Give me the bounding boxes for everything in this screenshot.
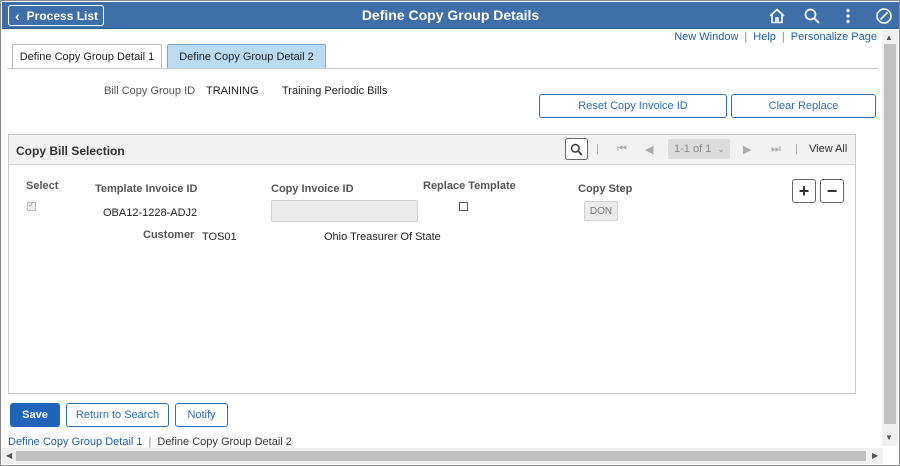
delete-row-button[interactable]: − bbox=[820, 179, 844, 203]
process-list-back-button[interactable]: ‹ Process List bbox=[8, 5, 104, 26]
page-frame: ‹ Process List Define Copy Group Details… bbox=[0, 0, 900, 466]
page-links: New Window | Help | Personalize Page bbox=[674, 31, 877, 43]
scroll-down-icon[interactable]: ▼ bbox=[885, 433, 893, 442]
column-header-copy-invoice-id: Copy Invoice ID bbox=[271, 183, 354, 195]
scroll-right-icon[interactable]: ▶ bbox=[872, 451, 878, 460]
scroll-up-icon[interactable]: ▲ bbox=[885, 33, 893, 42]
footer-link-detail-2: Define Copy Group Detail 2 bbox=[157, 436, 292, 448]
view-all-link[interactable]: View All bbox=[809, 143, 847, 155]
column-header-template-invoice-id: Template Invoice ID bbox=[95, 183, 198, 195]
nav-circle-icon[interactable] bbox=[875, 7, 893, 25]
first-page-icon[interactable]: ⏮ bbox=[617, 143, 627, 156]
last-page-icon[interactable]: ⏭ bbox=[771, 143, 781, 156]
bill-copy-group-description: Training Periodic Bills bbox=[282, 85, 388, 97]
template-invoice-id-value: OBA12-1228-ADJ2 bbox=[103, 207, 198, 219]
tab-detail-1[interactable]: Define Copy Group Detail 1 bbox=[12, 44, 162, 69]
copy-bill-selection-grid: Copy Bill Selection | ⏮ ◀ 1-1 of 1 ⌄ ▶ ⏭… bbox=[8, 134, 856, 394]
grid-search-button[interactable] bbox=[565, 138, 588, 160]
return-to-search-button[interactable]: Return to Search bbox=[66, 403, 169, 427]
customer-label: Customer bbox=[143, 229, 195, 241]
page-title: Define Copy Group Details bbox=[361, 7, 540, 23]
grid-title: Copy Bill Selection bbox=[16, 144, 125, 158]
home-icon[interactable] bbox=[768, 7, 786, 25]
back-button-label: Process List bbox=[26, 8, 99, 23]
link-separator: | bbox=[744, 31, 748, 43]
link-separator: | bbox=[781, 31, 785, 43]
help-link[interactable]: Help bbox=[753, 31, 776, 43]
previous-page-icon[interactable]: ◀ bbox=[645, 143, 653, 156]
chevron-left-icon: ‹ bbox=[15, 7, 20, 24]
bill-copy-group-id: TRAINING bbox=[206, 85, 259, 97]
new-window-link[interactable]: New Window bbox=[674, 31, 738, 43]
column-header-replace-template: Replace Template bbox=[423, 180, 516, 192]
clear-replace-button[interactable]: Clear Replace bbox=[731, 94, 876, 118]
pager-separator: | bbox=[795, 143, 798, 155]
link-separator: | bbox=[148, 436, 152, 448]
replace-template-checkbox[interactable] bbox=[459, 202, 468, 211]
scroll-left-icon[interactable]: ◀ bbox=[6, 451, 12, 460]
pager-separator: | bbox=[596, 143, 599, 155]
copy-invoice-id-input bbox=[271, 200, 418, 222]
app-header: ‹ Process List Define Copy Group Details bbox=[2, 2, 899, 29]
horizontal-scrollbar[interactable]: ◀ ▶ bbox=[2, 448, 883, 464]
column-header-select: Select bbox=[26, 180, 59, 192]
column-header-copy-step: Copy Step bbox=[578, 183, 633, 195]
save-button[interactable]: Save bbox=[10, 403, 60, 427]
tab-divider bbox=[7, 68, 878, 69]
customer-name-value: Ohio Treasurer Of State bbox=[324, 231, 441, 243]
footer-link-detail-1[interactable]: Define Copy Group Detail 1 bbox=[8, 436, 143, 448]
bill-copy-group-label: Bill Copy Group ID bbox=[104, 85, 196, 97]
pager-text: 1-1 of 1 bbox=[674, 143, 712, 155]
horizontal-scroll-thumb[interactable] bbox=[16, 451, 866, 461]
footer-links: Define Copy Group Detail 1 | Define Copy G… bbox=[8, 436, 292, 448]
vertical-scroll-thumb[interactable] bbox=[884, 44, 896, 424]
next-page-icon[interactable]: ▶ bbox=[743, 143, 751, 156]
select-checkbox bbox=[27, 200, 36, 211]
customer-id-value: TOS01 bbox=[202, 231, 237, 243]
personalize-page-link[interactable]: Personalize Page bbox=[791, 31, 877, 43]
reset-copy-invoice-button[interactable]: Reset Copy Invoice ID bbox=[539, 94, 727, 118]
add-row-button[interactable]: + bbox=[792, 179, 816, 203]
search-icon[interactable] bbox=[803, 7, 821, 25]
notify-button[interactable]: Notify bbox=[175, 403, 228, 427]
vertical-scrollbar[interactable]: ▲ ▼ bbox=[882, 30, 898, 446]
grid-header: Copy Bill Selection | ⏮ ◀ 1-1 of 1 ⌄ ▶ ⏭… bbox=[9, 135, 855, 165]
copy-step-field: DON bbox=[584, 201, 618, 221]
chevron-down-icon: ⌄ bbox=[717, 143, 725, 154]
search-icon bbox=[570, 143, 583, 156]
pager-select[interactable]: 1-1 of 1 ⌄ bbox=[668, 139, 730, 159]
tab-detail-2[interactable]: Define Copy Group Detail 2 bbox=[167, 44, 326, 69]
more-vertical-icon[interactable] bbox=[839, 7, 857, 25]
